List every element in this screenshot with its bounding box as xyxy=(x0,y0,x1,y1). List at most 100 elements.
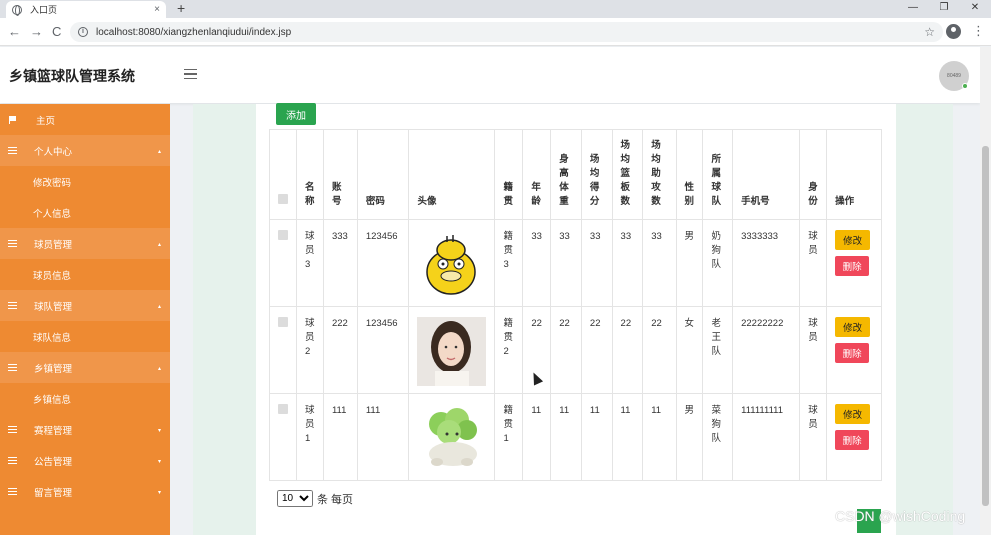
sidebar-item-township-management[interactable]: 乡镇管理 ▴ xyxy=(0,352,170,383)
sidebar-item-label: 乡镇信息 xyxy=(33,394,72,406)
scrollbar-thumb[interactable] xyxy=(982,146,989,506)
role-cell: 球员 xyxy=(799,306,828,394)
online-status-dot xyxy=(962,83,968,89)
duck-avatar xyxy=(417,230,487,299)
actions-cell: 修改 删除 xyxy=(826,306,882,394)
delete-button[interactable]: 删除 xyxy=(835,430,870,450)
woman-avatar xyxy=(417,317,487,386)
row-checkbox[interactable] xyxy=(278,230,288,240)
tab-title: 入口页 xyxy=(30,5,58,15)
column-header: 账号 xyxy=(322,129,358,220)
role-cell: 球员 xyxy=(799,393,828,481)
browser-tab-bar: 入口页 × + — ❐ ✕ xyxy=(0,0,991,18)
column-header: 手机号 xyxy=(732,129,801,220)
add-button[interactable]: 添加 xyxy=(276,103,316,125)
caret-down-icon: ▾ xyxy=(157,490,161,496)
caret-up-icon: ▴ xyxy=(157,366,161,372)
flag-icon xyxy=(9,115,17,124)
close-window-button[interactable]: ✕ xyxy=(960,0,990,18)
column-header: 操作 xyxy=(826,129,882,220)
password-cell: 123456 xyxy=(356,219,410,307)
browser-tab[interactable]: 入口页 × xyxy=(6,1,166,18)
account-cell: 111 xyxy=(322,393,358,481)
column-header: 密码 xyxy=(356,129,410,220)
name-cell: 球员2 xyxy=(296,306,324,394)
edit-button[interactable]: 修改 xyxy=(835,404,871,424)
assists-cell: 11 xyxy=(642,393,677,481)
reload-button[interactable]: C xyxy=(52,24,61,39)
caret-up-icon: ▴ xyxy=(157,304,161,310)
height-weight-cell: 33 xyxy=(550,219,582,307)
sidebar-item-team-management[interactable]: 球队管理 ▴ xyxy=(0,290,170,321)
role-cell: 球员 xyxy=(799,219,828,307)
column-header: 性别 xyxy=(675,129,704,220)
page-size-suffix: 条 每页 xyxy=(317,493,354,506)
sidebar-item-personal-center[interactable]: 个人中心 ▴ xyxy=(0,135,170,166)
points-cell: 11 xyxy=(580,393,613,481)
column-header: 年龄 xyxy=(522,129,552,220)
profile-icon[interactable] xyxy=(946,24,961,39)
sidebar-item-township-info[interactable]: 乡镇信息 xyxy=(0,383,170,414)
points-cell: 22 xyxy=(580,306,613,394)
url-input[interactable]: i localhost:8080/xiangzhenlanqiudui/inde… xyxy=(70,22,943,42)
caret-down-icon: ▾ xyxy=(157,428,161,434)
tab-close-icon[interactable]: × xyxy=(154,4,160,15)
kebab-icon[interactable]: ⋮ xyxy=(972,23,985,38)
sidebar-item-personal-info[interactable]: 个人信息 xyxy=(0,197,170,228)
delete-button[interactable]: 删除 xyxy=(835,343,870,363)
edit-button[interactable]: 修改 xyxy=(835,230,871,250)
sidebar-item-notice-management[interactable]: 公告管理 ▾ xyxy=(0,445,170,476)
caret-down-icon: ▾ xyxy=(157,459,161,465)
hamburger-icon[interactable] xyxy=(184,69,197,79)
watermark: CSDN @wishCoding xyxy=(835,508,966,524)
player-table: 名称 账号 密码 头像 籍贯 年龄 身高体重 场均得分 场均篮板数 场均助攻数 … xyxy=(269,129,882,481)
name-cell: 球员1 xyxy=(296,393,324,481)
column-header: 名称 xyxy=(296,129,324,220)
column-header: 所属球队 xyxy=(702,129,734,220)
column-header: 场均得分 xyxy=(580,129,613,220)
row-select-cell xyxy=(269,219,297,307)
phone-cell: 3333333 xyxy=(732,219,801,307)
forward-button[interactable]: → xyxy=(30,24,43,39)
row-checkbox[interactable] xyxy=(278,404,288,414)
minimize-button[interactable]: — xyxy=(898,0,928,18)
sidebar-item-label: 修改密码 xyxy=(33,177,72,189)
star-icon[interactable]: ☆ xyxy=(924,25,935,39)
address-bar: ← → C i localhost:8080/xiangzhenlanqiudu… xyxy=(0,18,991,46)
age-cell: 11 xyxy=(522,393,552,481)
list-icon xyxy=(8,302,17,309)
edit-button[interactable]: 修改 xyxy=(835,317,871,337)
column-header: 场均篮板数 xyxy=(611,129,644,220)
select-all-cell xyxy=(269,129,297,220)
sidebar-item-label: 公告管理 xyxy=(34,456,73,468)
sidebar-item-label: 球队管理 xyxy=(34,301,73,313)
sidebar-item-player-info[interactable]: 球员信息 xyxy=(0,259,170,290)
new-tab-button[interactable]: + xyxy=(177,0,185,17)
sidebar-item-change-password[interactable]: 修改密码 xyxy=(0,166,170,197)
select-all-checkbox[interactable] xyxy=(278,194,288,204)
table-row: 球员3 333 123456 籍贯3 33 33 33 33 33 男 奶狗队 … xyxy=(269,219,882,307)
height-weight-cell: 22 xyxy=(550,306,582,394)
info-icon[interactable]: i xyxy=(78,27,88,37)
avatar-cell xyxy=(408,219,496,307)
sidebar-item-schedule-management[interactable]: 赛程管理 ▾ xyxy=(0,414,170,445)
age-cell: 33 xyxy=(522,219,552,307)
page-size-select[interactable]: 10 xyxy=(277,490,313,507)
restore-button[interactable]: ❐ xyxy=(929,0,959,18)
avatar-cell xyxy=(408,306,496,394)
actions-cell: 修改 删除 xyxy=(826,219,882,307)
sidebar-item-label: 球队信息 xyxy=(33,332,72,344)
sidebar-item-team-info[interactable]: 球队信息 xyxy=(0,321,170,352)
name-cell: 球员3 xyxy=(296,219,324,307)
sidebar-item-home[interactable]: 主页 xyxy=(0,104,170,135)
row-select-cell xyxy=(269,306,297,394)
phone-cell: 111111111 xyxy=(732,393,801,481)
back-button[interactable]: ← xyxy=(8,24,21,39)
sidebar-item-label: 球员管理 xyxy=(34,239,73,251)
row-checkbox[interactable] xyxy=(278,317,288,327)
sidebar-item-message-management[interactable]: 留言管理 ▾ xyxy=(0,476,170,507)
caret-up-icon: ▴ xyxy=(157,149,161,155)
delete-button[interactable]: 删除 xyxy=(835,256,870,276)
team-cell: 菜狗队 xyxy=(702,393,734,481)
sidebar-item-player-management[interactable]: 球员管理 ▴ xyxy=(0,228,170,259)
